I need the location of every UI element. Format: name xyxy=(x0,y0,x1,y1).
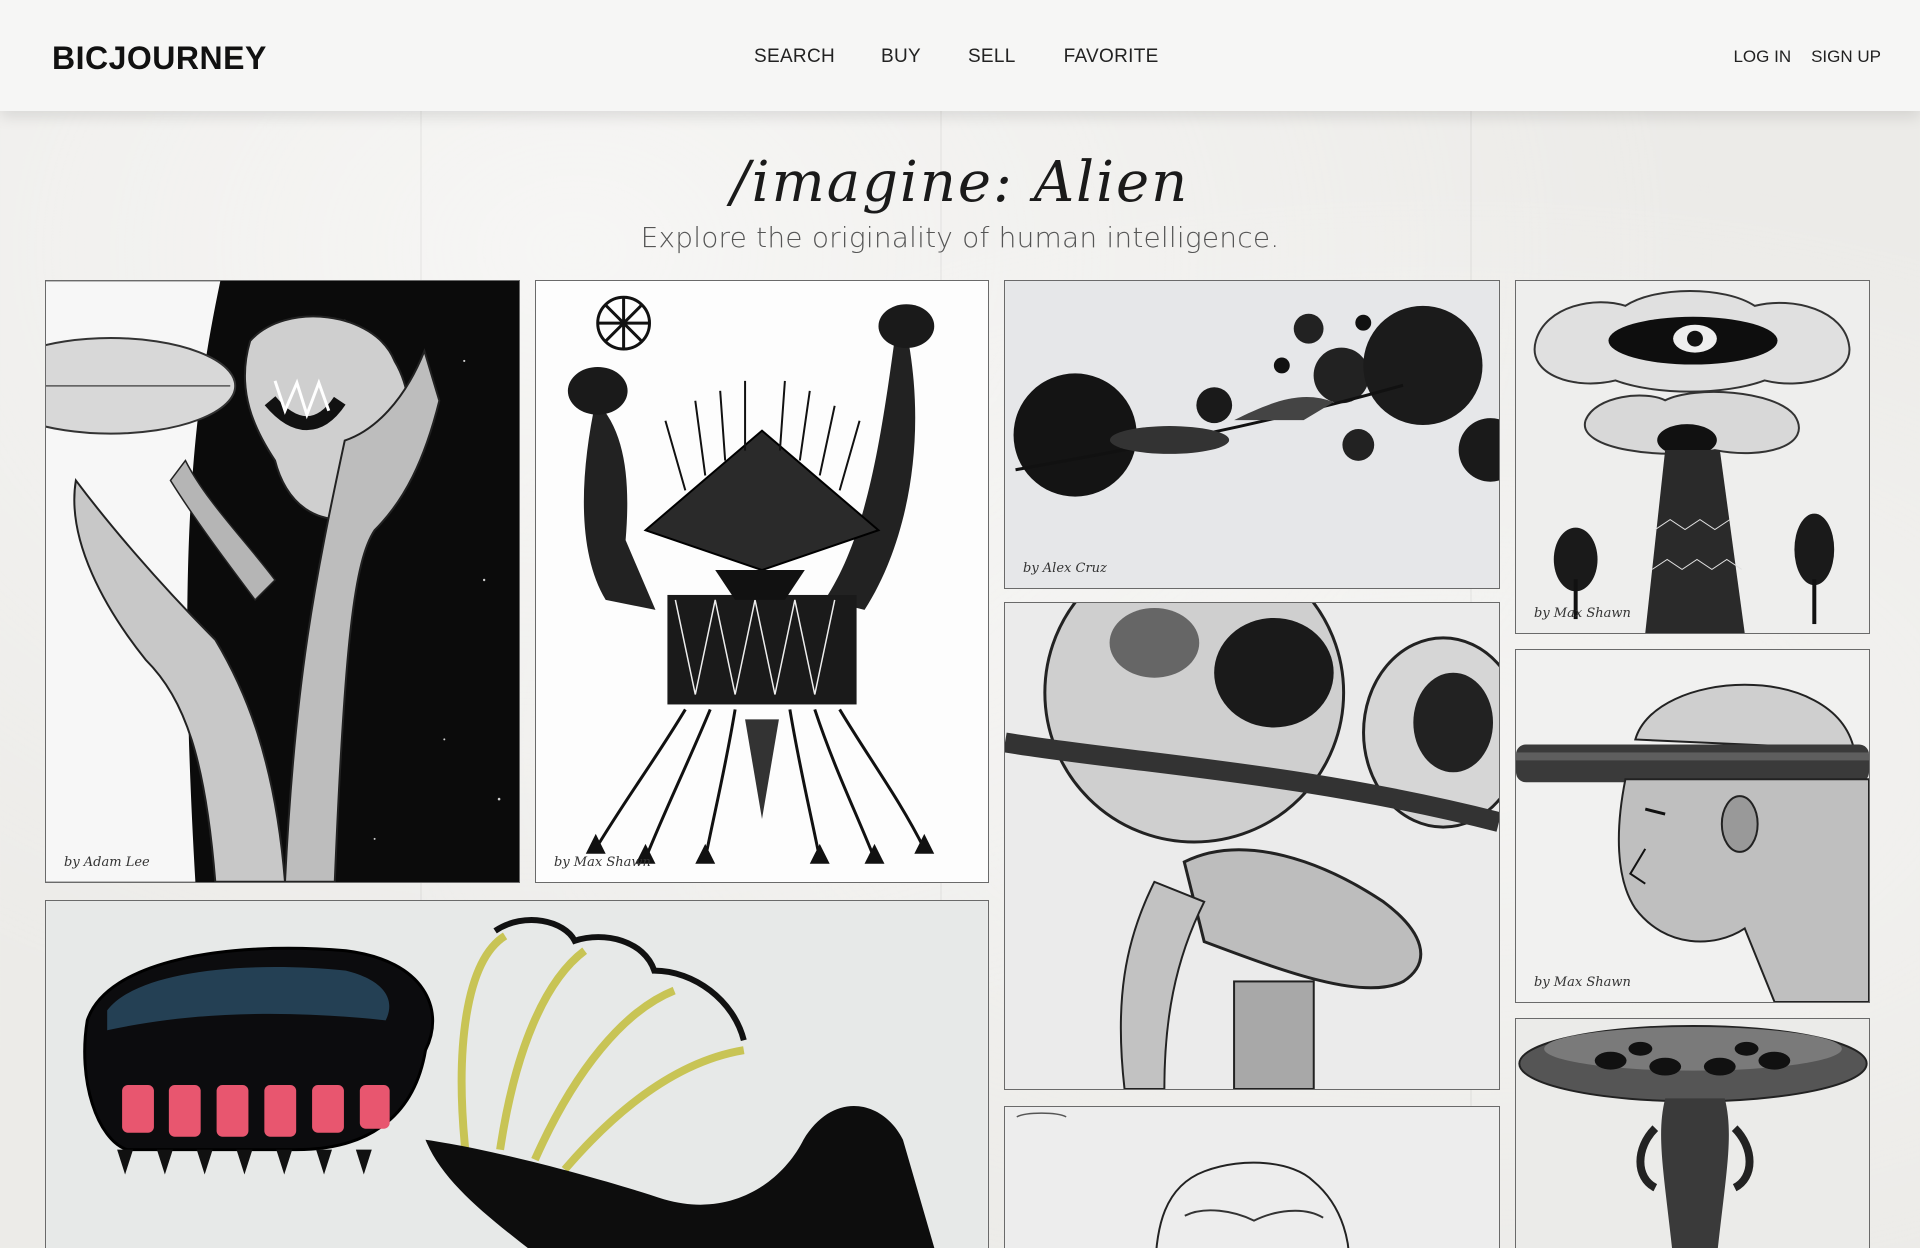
artwork-image xyxy=(1516,650,1869,1002)
gallery-item-creature[interactable]: by Max Shawn xyxy=(535,280,989,883)
gallery-item-ring-hat-man[interactable]: by Max Shawn xyxy=(1515,649,1870,1003)
hero-subtitle: Explore the originality of human intelli… xyxy=(640,221,1280,254)
nav-search[interactable]: SEARCH xyxy=(754,46,835,68)
login-link[interactable]: LOG IN xyxy=(1733,47,1791,67)
nav-favorite[interactable]: FAVORITE xyxy=(1064,46,1159,68)
hero-title: /imagine: Alien xyxy=(730,150,1190,215)
artwork-signature: by Adam Lee xyxy=(64,855,150,870)
artwork-image xyxy=(536,281,988,882)
site-logo[interactable]: BICJOURNEY xyxy=(52,40,267,77)
signup-link[interactable]: SIGN UP xyxy=(1811,47,1881,67)
artwork-image xyxy=(47,901,987,1248)
artwork-signature: by Max Shawn xyxy=(1534,606,1631,621)
gallery-item-colorful-creature[interactable] xyxy=(45,900,989,1248)
artwork-image xyxy=(1005,281,1499,588)
main-nav: SEARCH BUY SELL FAVORITE xyxy=(754,46,1159,68)
gallery-item-eye-cloud[interactable]: by Max Shawn xyxy=(1515,280,1870,634)
artwork-image xyxy=(1516,1019,1869,1248)
artwork-image xyxy=(1516,281,1869,633)
nav-sell[interactable]: SELL xyxy=(968,46,1016,68)
gallery-item-sketch[interactable] xyxy=(1004,1106,1500,1248)
gallery-item-tangled-spheres[interactable] xyxy=(1004,602,1500,1090)
gallery-item-alien-hands[interactable]: by Adam Lee xyxy=(45,280,520,883)
artwork-signature: by Alex Cruz xyxy=(1023,561,1107,576)
auth-links: LOG IN SIGN UP xyxy=(1733,47,1881,67)
artwork-signature: by Max Shawn xyxy=(554,855,651,870)
artwork-image xyxy=(1005,603,1499,1089)
artwork-image xyxy=(46,281,519,882)
artwork-image xyxy=(1006,1107,1498,1248)
artwork-signature: by Max Shawn xyxy=(1534,975,1631,990)
gallery-item-planets[interactable]: by Alex Cruz xyxy=(1004,280,1500,589)
site-header: BICJOURNEY SEARCH BUY SELL FAVORITE LOG … xyxy=(0,0,1920,111)
nav-buy[interactable]: BUY xyxy=(881,46,921,68)
gallery-item-saucer[interactable] xyxy=(1515,1018,1870,1248)
